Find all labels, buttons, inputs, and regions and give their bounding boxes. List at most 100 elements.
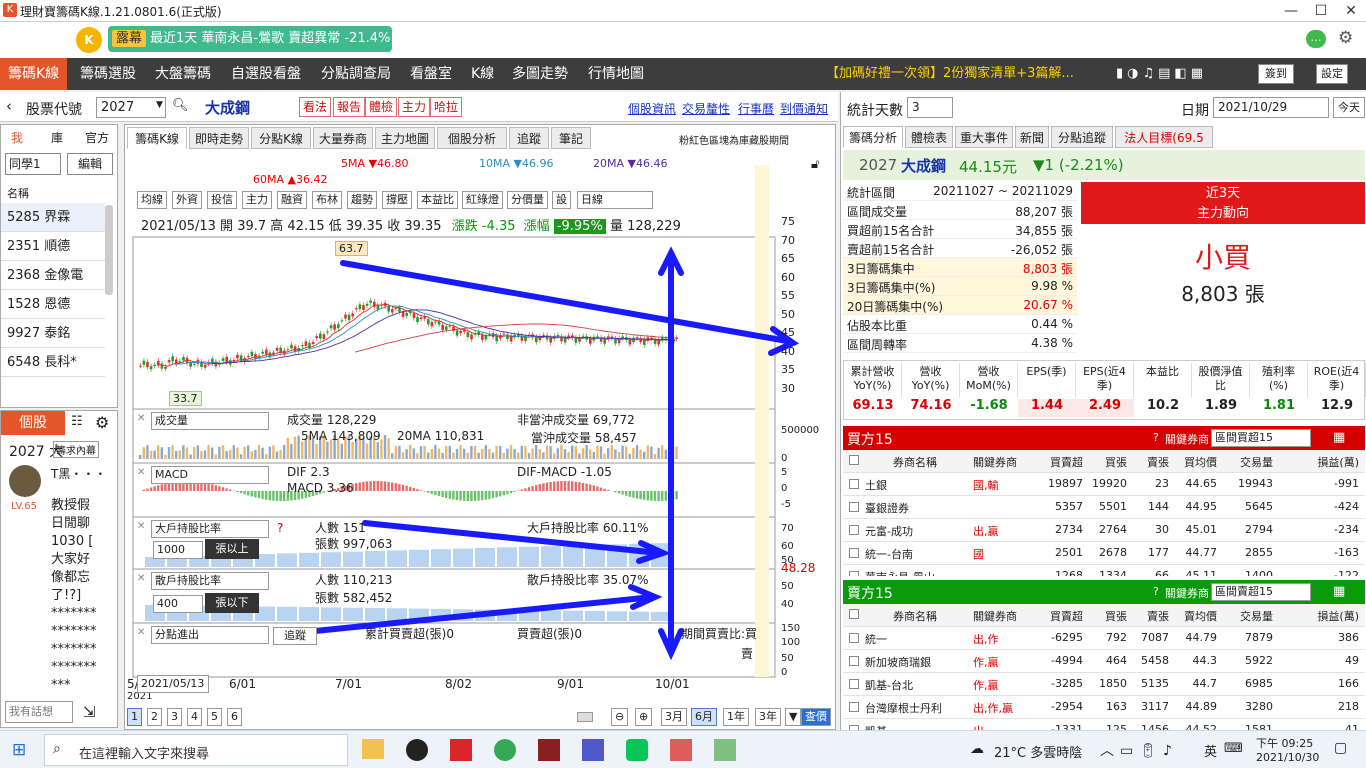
table-row[interactable]: 華南永昌-鳳山 1268 1334 66 45.11 1400 -122 [843,565,1365,576]
row-checkbox[interactable] [849,548,859,558]
column-header[interactable]: 關鍵券商 [973,608,1017,624]
link-trade-attr[interactable]: 交易釐性 [682,100,730,117]
menu-kline[interactable]: K線 [471,58,494,90]
menu-branch-search[interactable]: 分點調查局 [321,58,391,90]
column-header[interactable]: 關鍵券商 [973,454,1017,470]
tab-stock-social[interactable]: 個股 [1,411,65,435]
row-checkbox[interactable] [849,502,859,512]
chevron-down-icon[interactable]: ▼ [156,100,163,110]
taskbar-search[interactable]: ⌕ 在這裡輸入文字來搜尋 [44,734,348,766]
close-icon[interactable]: ✕ [137,573,145,584]
column-header[interactable]: 買張 [1105,608,1127,624]
checkin-button[interactable]: 簽到 [1258,64,1294,84]
days-select[interactable]: 3 [907,97,953,118]
page-5[interactable]: 5 [207,708,222,726]
menu-watch-room[interactable]: 看盤室 [410,58,452,90]
column-header[interactable]: 買均價 [1184,454,1217,470]
edit-button[interactable]: 編輯 [67,153,113,175]
close-button[interactable]: ✕ [1336,0,1366,22]
grid-icon[interactable]: ▦ [1333,430,1345,445]
clock-time[interactable]: 下午 09:25 [1256,735,1313,751]
close-icon[interactable]: ✕ [137,467,145,478]
ime-icon[interactable]: ⌨ [1224,741,1243,756]
help-icon[interactable]: ? [277,521,283,535]
range-dropdown-icon[interactable]: ▼ [785,708,802,726]
table-row[interactable]: 元富-成功 出,贏 2734 2764 30 45.01 2794 -234 [843,519,1365,542]
retail-holder-select[interactable]: 散戶持股比率 [151,572,269,590]
range-3y[interactable]: 3年 [755,708,781,726]
main-force-button[interactable]: 主力 [398,97,431,117]
buy-help-icon[interactable]: ? [1153,431,1159,444]
column-header[interactable]: 買賣超 [1050,608,1083,624]
row-checkbox[interactable] [849,633,859,643]
page-3[interactable]: 3 [167,708,182,726]
close-icon[interactable]: ✕ [137,627,145,638]
send-icon[interactable]: ⇲ [83,703,96,721]
menu-market-map[interactable]: 行情地圖 [588,58,644,90]
date-picker[interactable]: 2021/10/29 [1213,97,1329,118]
table-row[interactable]: 土銀 國,輸 19897 19920 23 44.65 19943 -991 [843,473,1365,496]
inside-info-button[interactable]: 籌求內幕 [53,441,99,458]
scroll-handle[interactable] [577,712,593,722]
major-threshold-input[interactable]: 1000 [153,541,203,559]
menu-multi-chart[interactable]: 多圖走勢 [512,58,568,90]
column-header[interactable]: 券商名稱 [893,608,937,624]
promo-banner[interactable]: 【加碼好禮一次領】2份獨家清單+3篇解... [826,58,1074,90]
tab-chip-analysis[interactable]: 籌碼分析 [843,126,903,148]
close-icon[interactable]: ✕ [137,521,145,532]
tab-target[interactable]: 法人目標(69.5元) [1115,126,1213,167]
weather-icon[interactable]: ☁ [970,741,984,757]
row-checkbox[interactable] [849,571,859,576]
query-button[interactable]: 查價 [801,708,831,726]
buy-range-select[interactable]: 區間買超15 [1211,429,1311,447]
major-holder-select[interactable]: 大戶持股比率 [151,520,269,538]
chipk-taskbar-icon[interactable] [714,739,736,761]
checkup-button[interactable]: 體檢 [365,97,398,117]
clock-date[interactable]: 2021/10/30 [1256,751,1319,764]
table-row[interactable]: 統一-台南 國 2501 2678 177 44.77 2855 -163 [843,542,1365,565]
toolbar-icons[interactable]: ▮◑♫▤◧▦ [1116,66,1207,81]
zoom-out-icon[interactable]: ⊖ [611,708,629,726]
gear-icon[interactable]: ⚙ [95,413,109,432]
row-checkbox[interactable] [849,525,859,535]
branch-select[interactable]: 分點進出 [151,626,269,644]
column-header[interactable]: 買賣超 [1050,454,1083,470]
sell-help-icon[interactable]: ? [1153,585,1159,598]
table-row[interactable]: 臺銀證券 5357 5501 144 44.95 5645 -424 [843,496,1365,519]
menu-watchlist[interactable]: 自選股看盤 [231,58,301,90]
sell-range-select[interactable]: 區間賣超15 [1211,583,1311,601]
list-item[interactable]: 6548 長科* [1,348,105,377]
macd-select[interactable]: MACD [151,466,269,484]
list-item[interactable]: 9927 泰銘 [1,319,105,348]
tab-events[interactable]: 重大事件 [955,126,1013,148]
input-language[interactable]: 英 [1204,741,1217,760]
range-3m[interactable]: 3月 [661,708,687,726]
table-row[interactable]: 台灣摩根士丹利 出,作,贏 -2954 163 3117 44.89 3280 218 [843,696,1365,719]
column-header[interactable]: 損益(萬) [1317,608,1359,624]
list-item[interactable]: 5285 界霖 [1,203,105,232]
page-1[interactable]: 1 [127,708,142,726]
chat-button[interactable]: 哈拉 [430,97,463,117]
menu-stock-select[interactable]: 籌碼選股 [80,58,136,90]
column-header[interactable]: 賣張 [1147,454,1169,470]
xbox-icon[interactable] [406,739,428,761]
table-row[interactable]: 新加坡商瑞銀 作,贏 -4994 464 5458 44.3 5922 49 [843,650,1365,673]
row-checkbox[interactable] [849,702,859,712]
column-header[interactable]: 交易量 [1240,454,1273,470]
acrobat-icon[interactable] [450,739,472,761]
row-checkbox[interactable] [849,479,859,489]
scrollbar[interactable] [105,205,113,295]
select-all-checkbox[interactable] [849,609,859,619]
table-row[interactable]: 統一 出,作 -6295 792 7087 44.79 7879 386 [843,627,1365,650]
notification-icon[interactable]: ▢ [1334,740,1347,756]
ruby-icon[interactable] [670,739,692,761]
gear-icon[interactable]: ⚙ [1338,28,1353,48]
maximize-button[interactable]: ☐ [1306,0,1336,22]
minimize-button[interactable]: — [1276,0,1306,22]
row-checkbox[interactable] [849,656,859,666]
table-row[interactable]: 凱基 出 -1331 125 1456 44.52 1581 41 [843,719,1365,730]
column-header[interactable]: 損益(萬) [1317,454,1359,470]
link-stock-info[interactable]: 個股資訊 [628,100,676,117]
page-2[interactable]: 2 [147,708,162,726]
chrome-icon[interactable] [494,739,516,761]
